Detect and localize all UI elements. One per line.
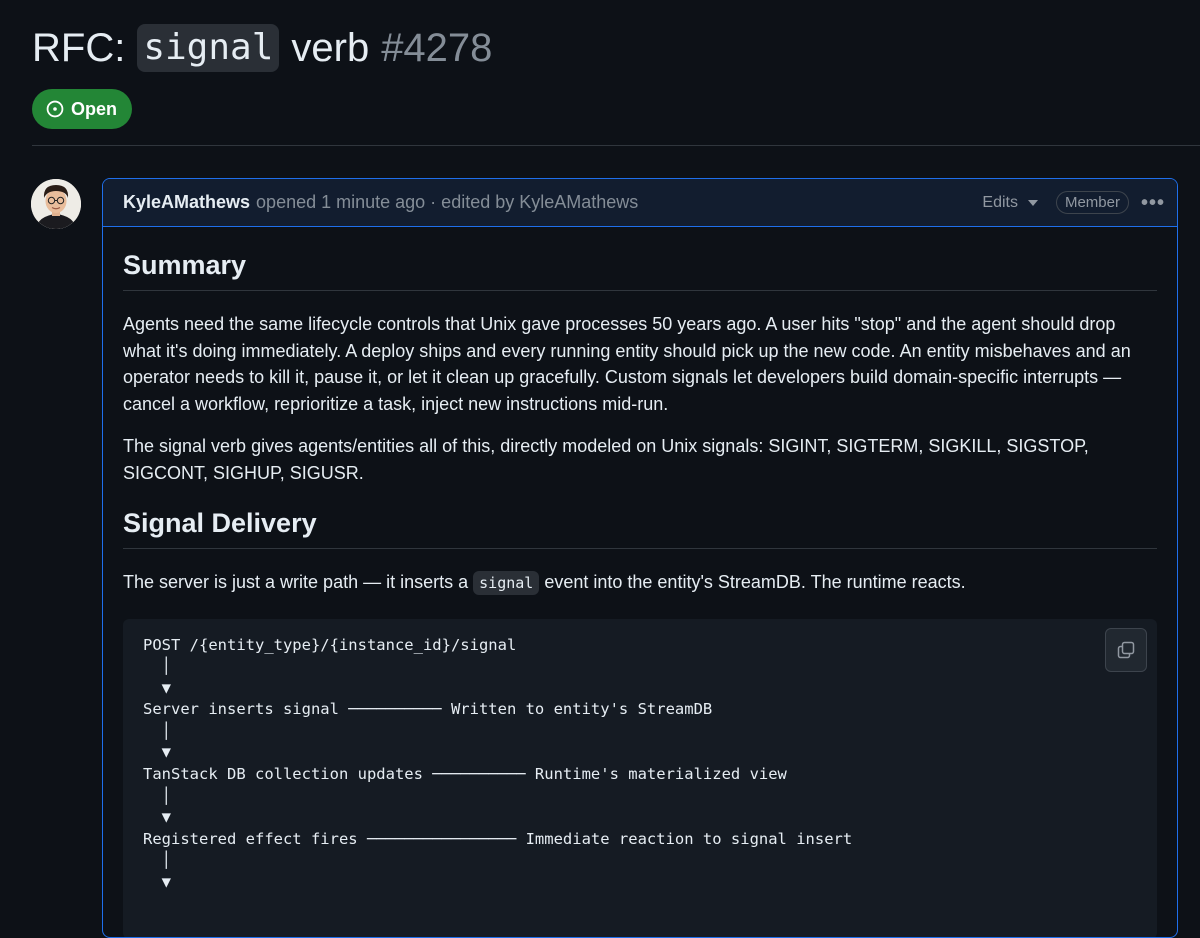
code-line: ▼ [143,872,1137,894]
code-line: Registered effect fires ────────────────… [143,829,1137,851]
code-line: POST /{entity_type}/{instance_id}/signal [143,635,1137,657]
code-line: │ [143,786,1137,808]
code-line: ▼ [143,742,1137,764]
avatar[interactable] [31,179,81,229]
copy-icon [1116,640,1136,660]
code-line: │ [143,721,1137,743]
delivery-text-before: The server is just a write path — it ins… [123,572,468,592]
state-label: Open [71,99,117,120]
issue-opened-icon [46,100,64,118]
code-line: │ [143,850,1137,872]
author-link[interactable]: KyleAMathews [123,192,250,213]
summary-heading: Summary [123,248,1157,291]
kebab-horizontal-icon[interactable]: ••• [1141,193,1165,213]
issue-title: RFC: signal verb #4278 [32,22,492,74]
code-block: POST /{entity_type}/{instance_id}/signal… [123,619,1157,938]
summary-paragraph-1: Agents need the same lifecycle controls … [123,311,1157,417]
edits-dropdown-button[interactable]: Edits [982,194,1038,212]
title-suffix: verb [291,22,369,74]
code-line: ▼ [143,807,1137,829]
issue-comment: KyleAMathews opened 1 minute ago · edite… [102,178,1178,938]
delivery-paragraph: The server is just a write path — it ins… [123,569,1157,597]
comment-header: KyleAMathews opened 1 minute ago · edite… [103,179,1177,227]
inline-code-signal: signal [473,571,539,595]
copy-button[interactable] [1105,628,1147,672]
issue-number: #4278 [381,22,492,74]
summary-paragraph-2: The signal verb gives agents/entities al… [123,433,1157,486]
code-line: ▼ [143,678,1137,700]
code-line: Server inserts signal ────────── Written… [143,699,1137,721]
title-code: signal [137,24,279,72]
code-line: │ [143,656,1137,678]
comment-meta: opened 1 minute ago · edited by KyleAMat… [256,192,638,213]
title-prefix: RFC: [32,22,125,74]
triangle-down-icon [1028,200,1038,206]
comment-body: Summary Agents need the same lifecycle c… [103,227,1177,938]
code-line: TanStack DB collection updates ─────────… [143,764,1137,786]
user-avatar-icon [31,179,81,229]
state-badge: Open [32,89,132,129]
role-badge: Member [1056,191,1129,214]
edits-label: Edits [982,194,1018,212]
delivery-text-after: event into the entity's StreamDB. The ru… [544,572,965,592]
header-divider [32,145,1200,146]
signal-delivery-heading: Signal Delivery [123,506,1157,549]
